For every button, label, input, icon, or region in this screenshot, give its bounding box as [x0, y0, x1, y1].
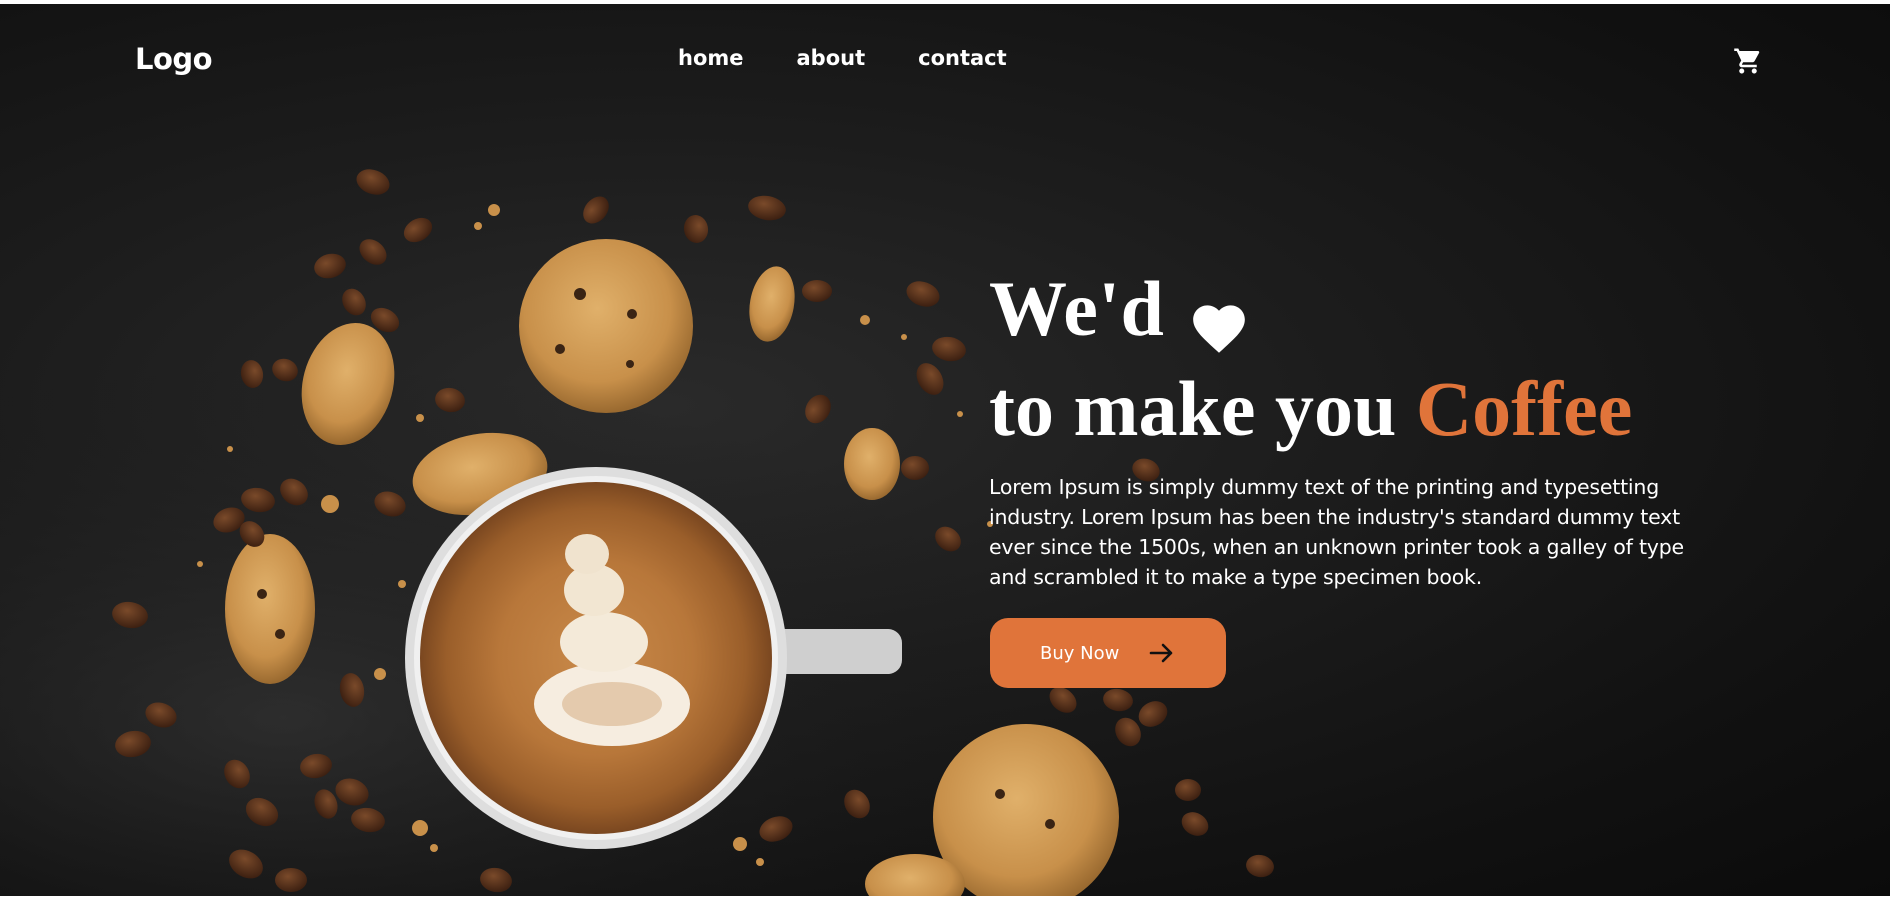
top-nav: Logo home about contact	[0, 4, 1890, 114]
headline-line-1: We'd	[989, 259, 1809, 359]
nav-link-contact[interactable]: contact	[918, 46, 1007, 70]
page: Logo home about contact We'd to make you…	[0, 0, 1890, 899]
logo[interactable]: Logo	[135, 42, 213, 76]
heart-icon	[1188, 284, 1250, 353]
arrow-right-icon	[1149, 642, 1175, 664]
headline-line-2: to make you Coffee	[989, 359, 1809, 459]
hero-description: Lorem Ipsum is simply dummy text of the …	[989, 475, 1684, 589]
nav-link-about[interactable]: about	[797, 46, 866, 70]
buy-now-button[interactable]: Buy Now	[990, 618, 1226, 688]
headline-word: We'd	[989, 265, 1165, 352]
shopping-cart-icon[interactable]	[1733, 46, 1763, 76]
buy-now-label: Buy Now	[1040, 642, 1120, 664]
nav-links: home about contact	[678, 46, 1007, 70]
headline-accent-word: Coffee	[1415, 365, 1633, 452]
headline-prefix: to make you	[989, 365, 1397, 452]
nav-link-home[interactable]: home	[678, 46, 744, 70]
hero-section: Logo home about contact We'd to make you…	[0, 4, 1890, 896]
hero-headline: We'd to make you Coffee	[989, 259, 1809, 459]
